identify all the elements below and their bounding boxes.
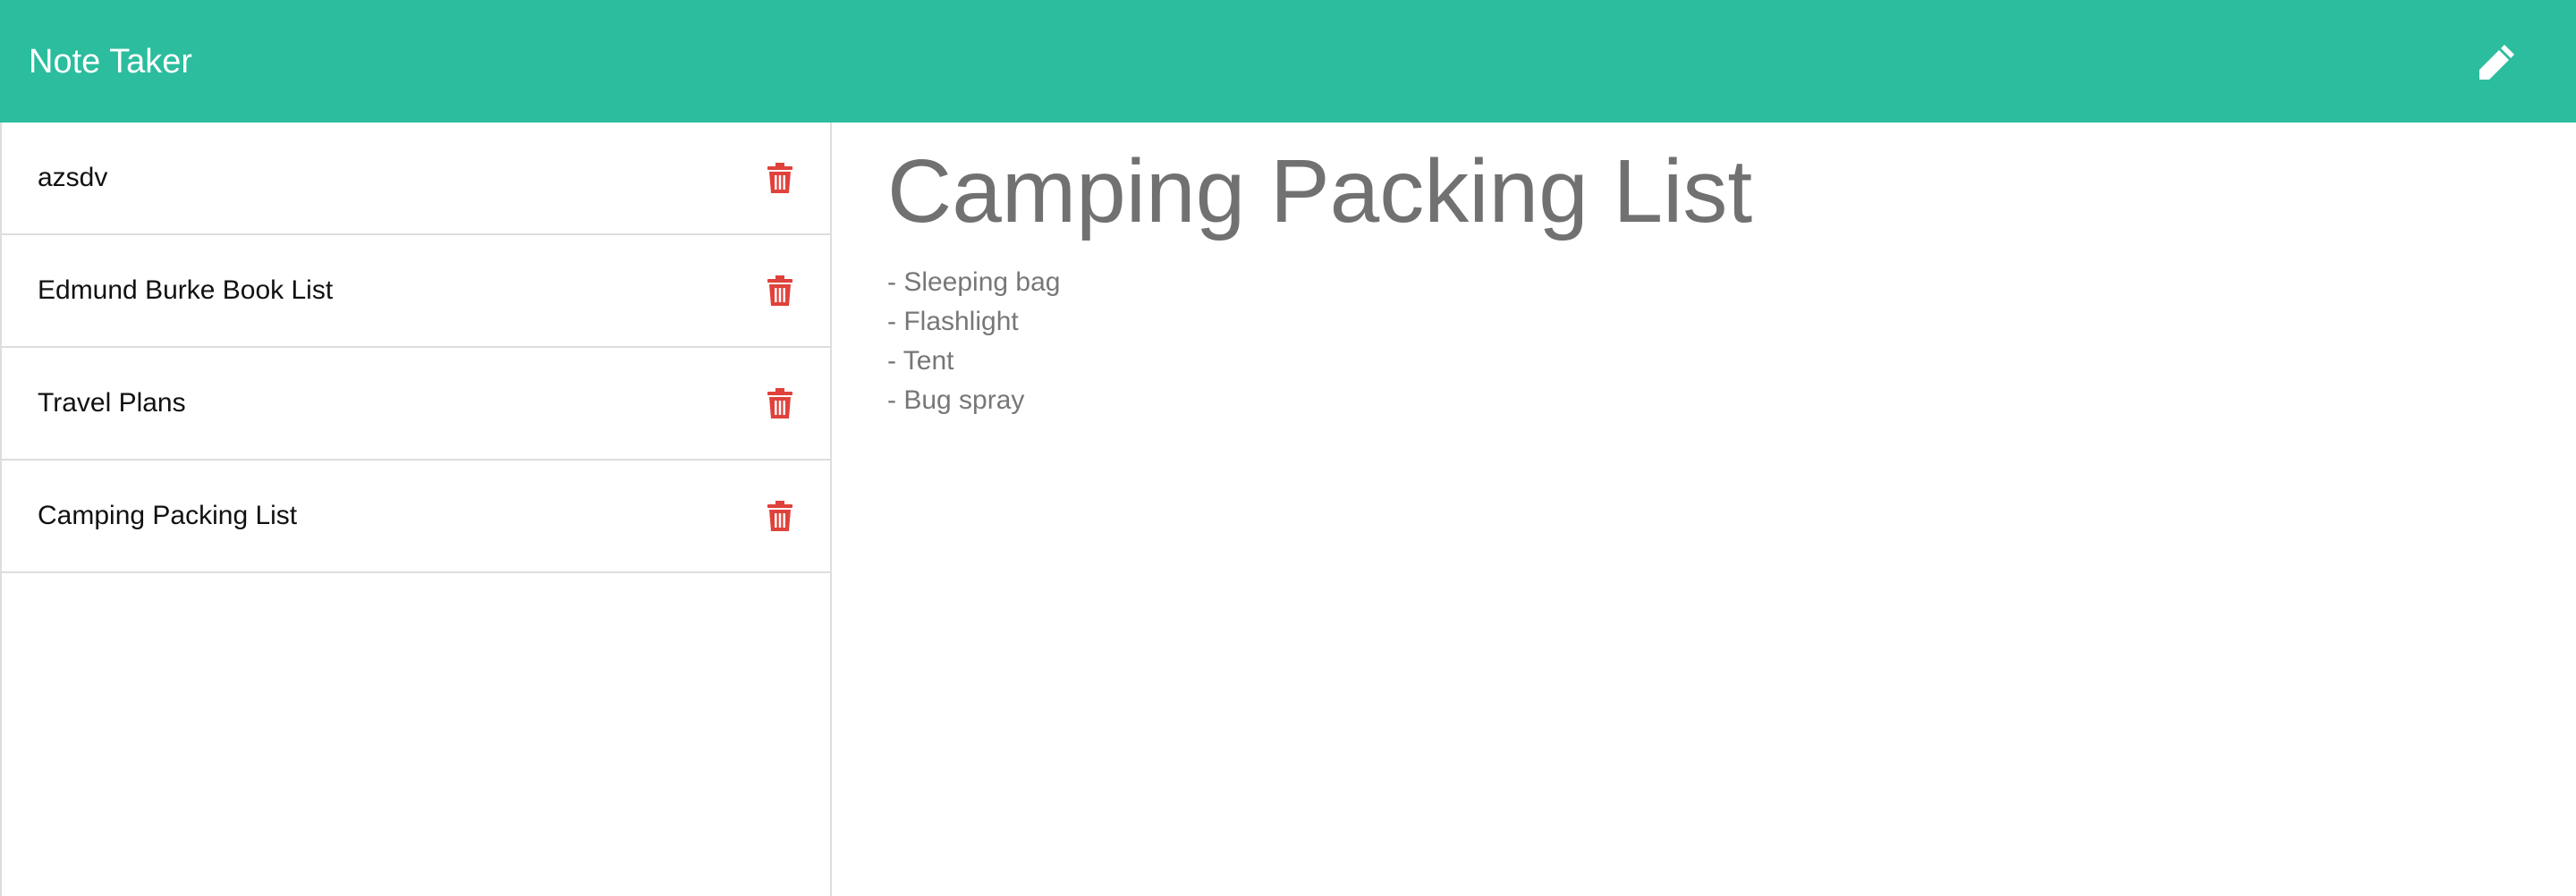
note-title: Edmund Burke Book List (38, 275, 334, 305)
list-item[interactable]: Travel Plans (2, 348, 830, 461)
app-title[interactable]: Note Taker (29, 45, 192, 79)
notes-sidebar: azsdv Edmund Burke Book List Travel Plan… (0, 123, 832, 896)
new-note-button[interactable] (2472, 37, 2522, 87)
note-title: Camping Packing List (38, 501, 298, 530)
trash-icon (767, 388, 792, 418)
note-text-line: - Sleeping bag (887, 267, 1061, 297)
pencil-icon (2479, 44, 2514, 80)
note-title: azsdv (38, 163, 108, 192)
note-text-line: - Flashlight (887, 307, 1019, 336)
note-text-line: - Bug spray (887, 385, 1025, 415)
note-list: azsdv Edmund Burke Book List Travel Plan… (2, 123, 830, 573)
navbar: Note Taker (0, 0, 2576, 123)
delete-note-button[interactable] (762, 271, 798, 310)
note-title: Travel Plans (38, 388, 186, 418)
note-text-line: - Tent (887, 346, 954, 376)
note-title-input[interactable]: Camping Packing List (887, 140, 2521, 243)
list-item[interactable]: Edmund Burke Book List (2, 235, 830, 348)
trash-icon (767, 501, 792, 531)
note-text-area[interactable]: - Sleeping bag - Flashlight - Tent - Bug… (887, 263, 2521, 420)
trash-icon (767, 163, 792, 193)
list-item[interactable]: azsdv (2, 123, 830, 235)
delete-note-button[interactable] (762, 496, 798, 536)
delete-note-button[interactable] (762, 384, 798, 423)
trash-icon (767, 275, 792, 306)
note-editor: Camping Packing List - Sleeping bag - Fl… (832, 123, 2576, 896)
delete-note-button[interactable] (762, 158, 798, 198)
list-item[interactable]: Camping Packing List (2, 461, 830, 573)
